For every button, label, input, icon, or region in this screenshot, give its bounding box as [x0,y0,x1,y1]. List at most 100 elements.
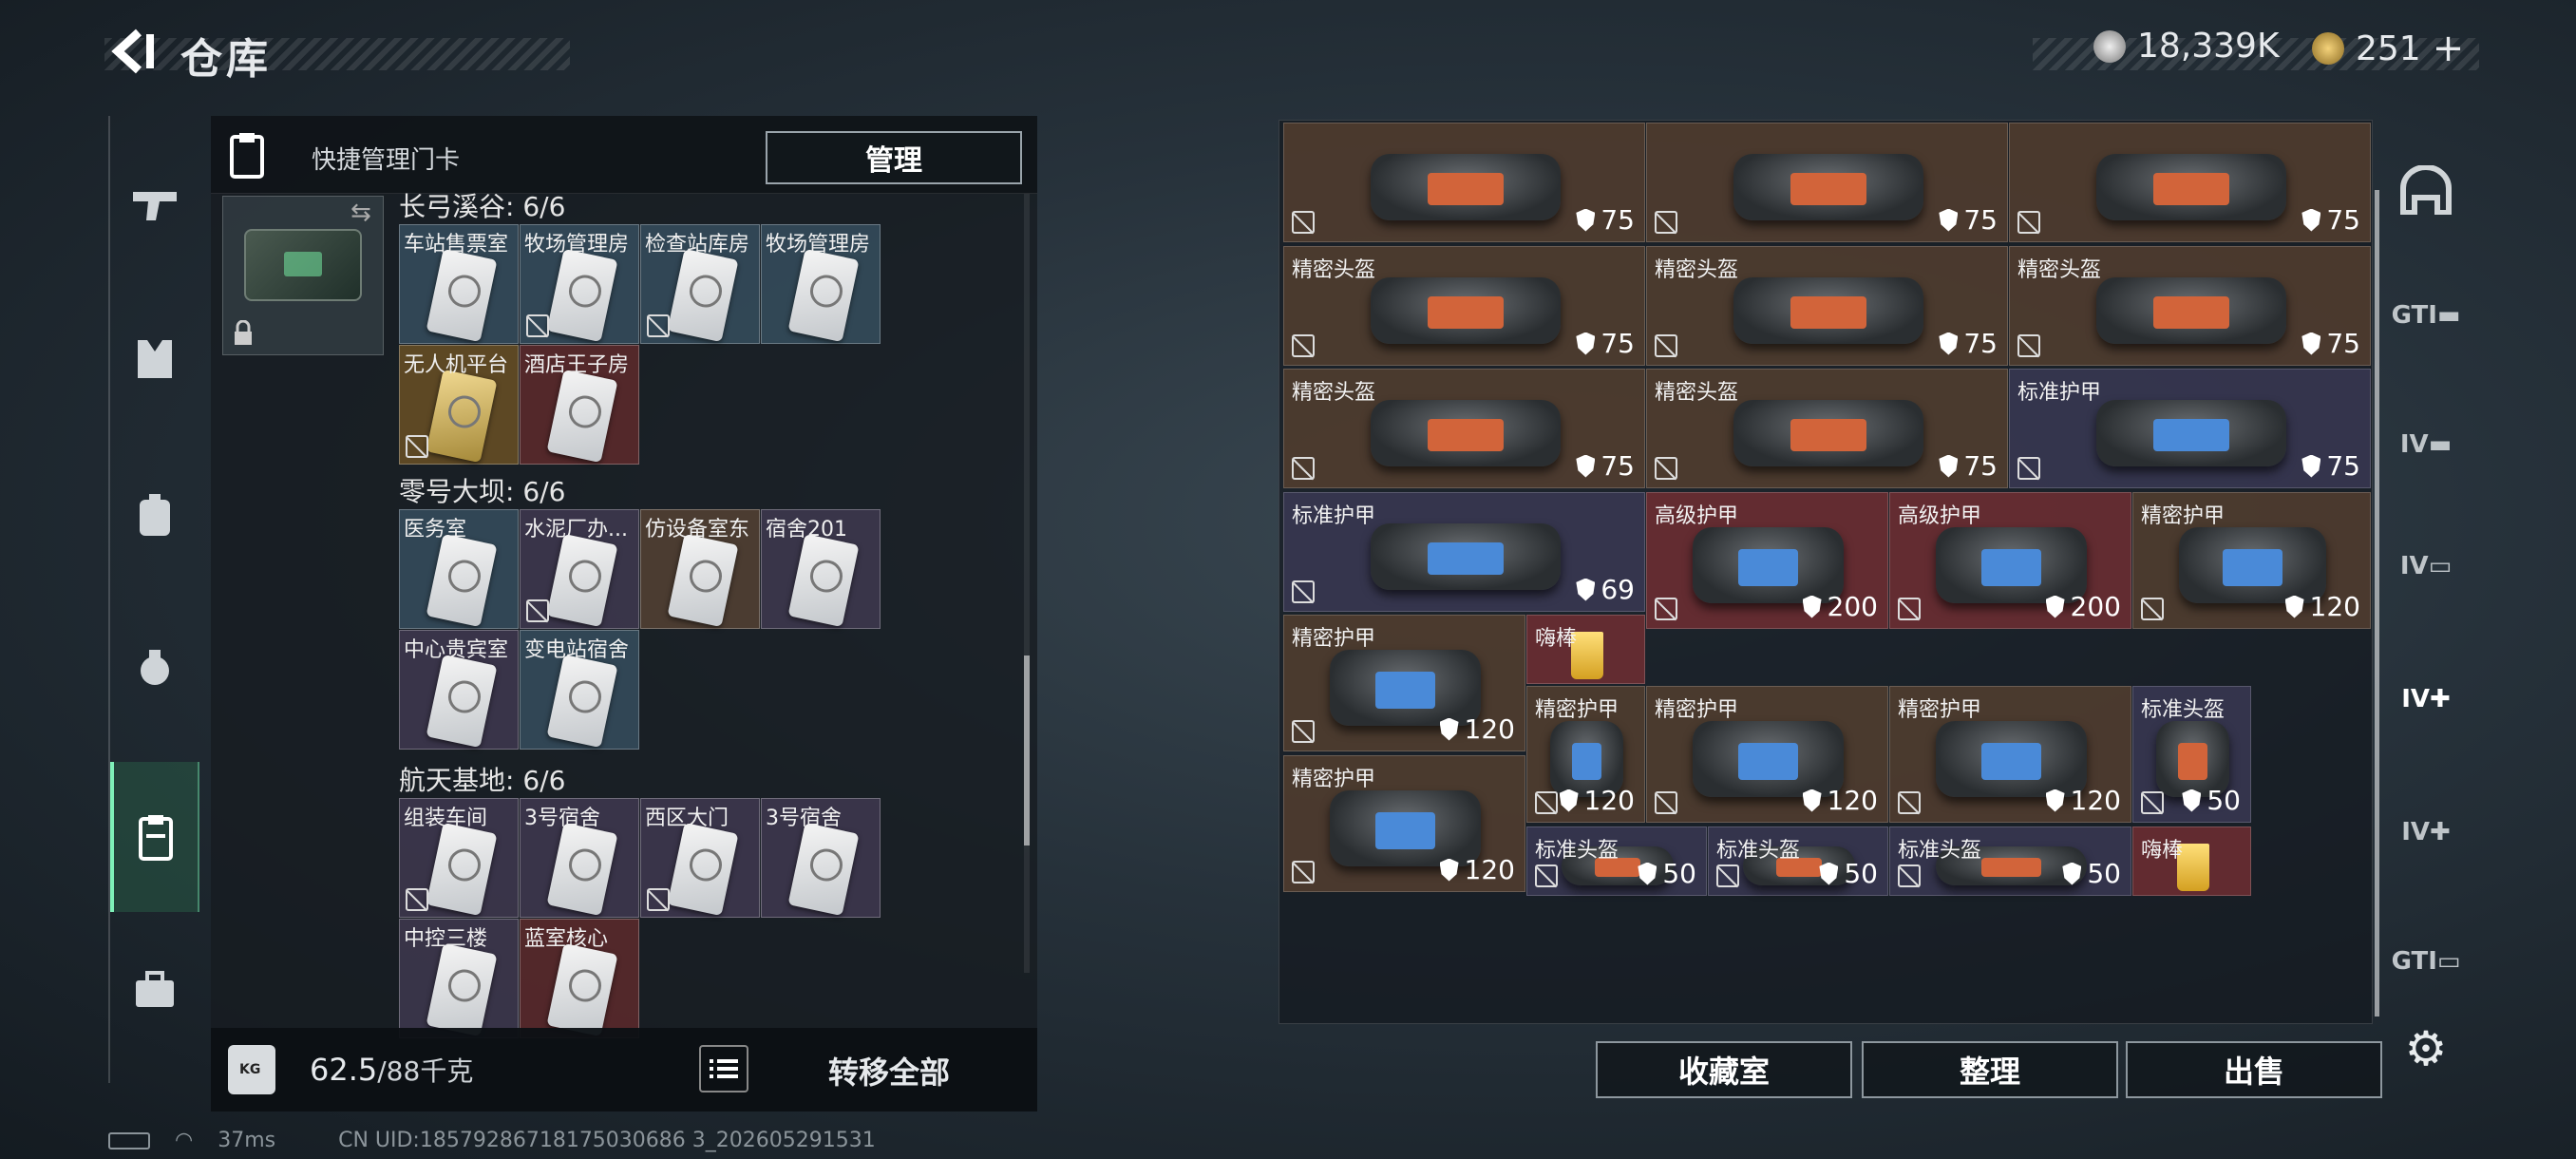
shield-icon [1576,454,1596,478]
iv-bag-icon: IV▭ [2399,552,2453,580]
keycard-slot[interactable]: 组装车间 [399,798,519,918]
keycard-slot[interactable]: 中控三楼 [399,919,519,1038]
filter-iv-add[interactable]: IV✚ [2392,798,2460,866]
inventory-item[interactable]: 标准头盔 50 [1708,826,1888,896]
durability-value: 75 [1601,328,1635,359]
keycard-slot[interactable]: 牧场管理房 [761,224,881,344]
inventory-item[interactable]: 精密护甲 120 [1889,686,2131,823]
filter-helmet[interactable] [2392,156,2460,224]
nav-armor[interactable] [110,321,199,397]
keycard-slot[interactable]: 医务室 [399,509,519,629]
left-scroll-track[interactable] [1024,194,1030,973]
helmet-image [1733,154,1923,220]
inventory-item[interactable]: 标准头盔 50 [2132,686,2251,823]
keycard-slot[interactable]: 变电站宿舍 [520,630,639,750]
keycard-holder-slot[interactable]: ⇆ [222,196,384,355]
inventory-item[interactable]: 精密护甲 120 [1283,615,1525,751]
keycard-image [546,654,618,749]
inventory-item[interactable]: 嗨棒 [2132,826,2251,896]
inventory-item[interactable]: 精密护甲 120 [2132,492,2371,629]
gear-icon: ⚙ [2404,1021,2448,1076]
keycard-slot[interactable]: 西区大门 [640,798,760,918]
filter-iv-a[interactable]: IV▬ [2392,410,2460,479]
inventory-item[interactable]: 75 [1283,123,1645,242]
settings-button[interactable]: ⚙ [2392,1015,2460,1083]
durability: 69 [1576,574,1635,605]
gti-icon-2: GTI▭ [2391,947,2461,976]
filter-gti-2[interactable]: GTI▭ [2391,927,2461,996]
uid-text: CN UID:18579286718175030686 3_2026052915… [338,1129,876,1152]
durability-value: 69 [1601,574,1635,605]
inventory-item[interactable]: 精密头盔 75 [1646,369,2008,488]
keycard-slot[interactable]: 3号宿舍 [761,798,881,918]
manage-button[interactable]: 管理 [766,131,1022,184]
keycard-slot[interactable]: 酒店王子房 [520,345,639,465]
vest-icon [138,340,172,378]
inventory-item[interactable]: 75 [2009,123,2371,242]
swap-icon[interactable]: ⇆ [350,199,371,227]
untradable-icon [526,599,549,622]
nav-backpack[interactable] [110,477,199,553]
keycard-slot[interactable]: 3号宿舍 [520,798,639,918]
keycard-slot[interactable]: 车站售票室 [399,224,519,344]
inventory-item[interactable]: 精密头盔 75 [1646,246,2008,366]
collection-room-button[interactable]: 收藏室 [1596,1041,1852,1098]
inventory-item[interactable]: 标准护甲 69 [1283,492,1645,612]
inventory-item[interactable]: 精密头盔 75 [1283,369,1645,488]
keycard-image [667,533,739,628]
nav-bag[interactable] [110,629,199,705]
inventory-item[interactable]: 精密头盔 75 [1283,246,1645,366]
filter-gti[interactable]: GTI▬ [2391,281,2461,350]
keycard-slot[interactable]: 蓝室核心 [520,919,639,1038]
keycard-slot[interactable]: 宿舍201 [761,509,881,629]
inventory-item[interactable]: 75 [1646,123,2008,242]
inventory-item[interactable]: 嗨棒 [1526,615,1645,684]
keycard-slot[interactable]: 牧场管理房 [520,224,639,344]
inventory-item[interactable]: 标准头盔 50 [1526,826,1707,896]
gear-window [2152,172,2229,206]
sell-button[interactable]: 出售 [2126,1041,2382,1098]
item-name: 标准头盔 [2141,698,2226,722]
keycard-slot[interactable]: 仿设备室东 [640,509,760,629]
inventory-item[interactable]: 高级护甲 200 [1646,492,1888,629]
gti-icon: GTI▬ [2391,301,2461,330]
keycard-slot[interactable]: 水泥厂办... [520,509,639,629]
keycard-slot[interactable]: 中心贵宾室 [399,630,519,750]
item-name: 标准头盔 [1716,839,1801,863]
transfer-all-button[interactable]: 转移全部 [828,1049,950,1092]
durability: 75 [1939,450,1998,482]
inventory-item[interactable]: 高级护甲 200 [1889,492,2131,629]
inventory-item[interactable]: 标准头盔 50 [1889,826,2131,896]
keycard-label: 无人机平台 [404,353,509,377]
inventory-item[interactable]: 精密护甲 120 [1646,686,1888,823]
currency-display-2[interactable]: 251 + [2312,27,2464,70]
list-icon [710,1059,738,1078]
untradable-icon [1292,457,1315,480]
back-button[interactable] [104,25,158,78]
nav-medkit[interactable] [110,952,199,1028]
list-view-button[interactable] [699,1045,748,1092]
inventory-item[interactable]: 精密护甲 120 [1283,755,1525,892]
add-currency-icon[interactable]: + [2433,27,2465,70]
item-name: 精密护甲 [2141,504,2226,528]
untradable-icon [1898,864,1921,887]
nav-weapons[interactable] [110,167,199,243]
keycard-slot[interactable]: 无人机平台 [399,345,519,465]
armor-image [2095,400,2286,466]
keycard-slot[interactable]: 检查站库房 [640,224,760,344]
left-scrollbar[interactable] [1024,656,1030,846]
organize-button[interactable]: 整理 [1862,1041,2118,1098]
durability-value: 75 [2326,328,2360,359]
shield-icon [1819,862,1839,885]
untradable-icon [1898,598,1921,620]
untradable-icon [1716,864,1739,887]
filter-iv-b[interactable]: IV▭ [2392,532,2460,600]
nav-keycards[interactable] [110,762,199,912]
filter-iv-add-active[interactable]: IV✚ [2392,665,2460,733]
inventory-item[interactable]: 精密护甲 120 [1526,686,1645,823]
weight-max: /88千克 [377,1055,474,1087]
shield-icon [1576,332,1596,355]
grid-scrollbar[interactable] [2375,190,2379,1016]
inventory-item[interactable]: 精密头盔 75 [2009,246,2371,366]
inventory-item[interactable]: 标准护甲 75 [2009,369,2371,488]
